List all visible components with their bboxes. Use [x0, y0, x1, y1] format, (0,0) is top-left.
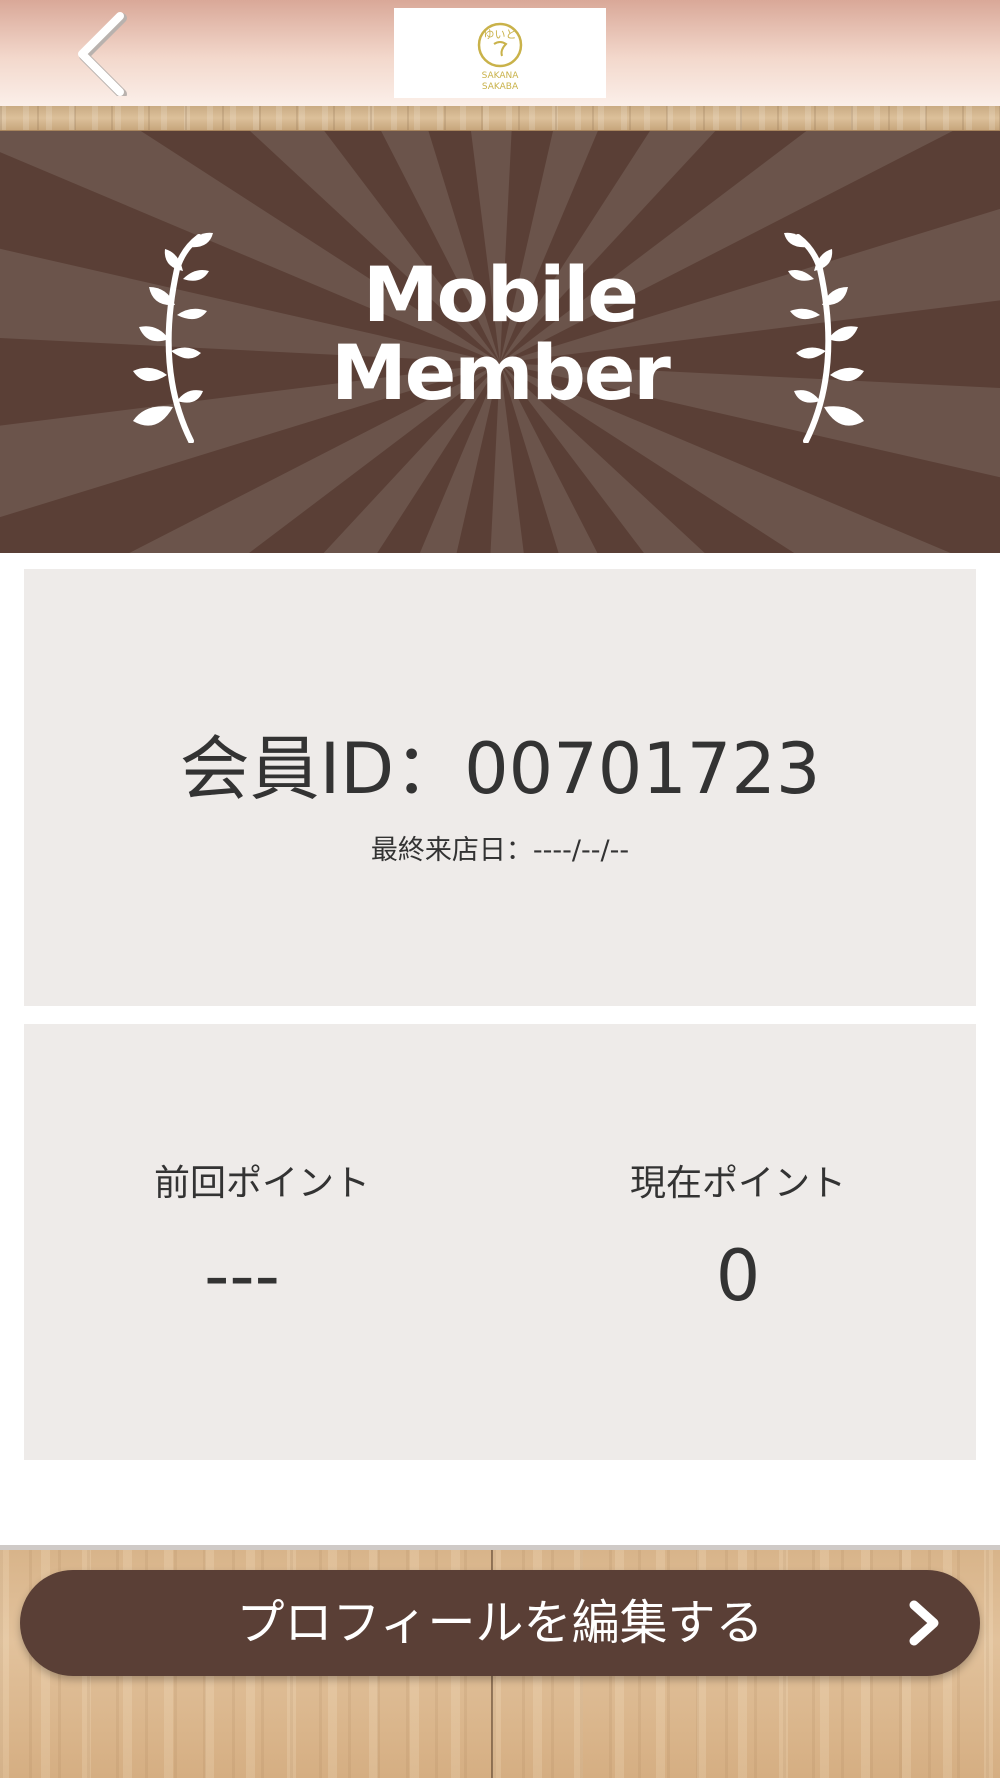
banner-title-line1: Mobile: [363, 250, 639, 339]
banner-title-line2: Member: [331, 328, 671, 417]
previous-points: 前回ポイント ---: [24, 1162, 500, 1316]
logo-line1: SAKANA: [482, 71, 520, 81]
points-card: 前回ポイント --- 現在ポイント 0: [24, 1024, 976, 1460]
chevron-right-icon: [909, 1600, 939, 1646]
member-id: 会員ID：00701723: [179, 728, 821, 810]
banner-title: Mobile Member: [0, 256, 1000, 412]
last-visit-date: 最終来店日：----/--/--: [370, 835, 630, 866]
edit-profile-button[interactable]: プロフィールを編集する: [20, 1570, 980, 1676]
current-points-value: 0: [715, 1235, 761, 1317]
back-button[interactable]: [62, 8, 142, 96]
wood-strip: [0, 106, 1000, 131]
edit-profile-label: プロフィールを編集する: [236, 1595, 764, 1651]
current-points: 現在ポイント 0: [500, 1162, 976, 1316]
previous-points-value: ---: [204, 1235, 280, 1317]
app-header: ゆいと SAKANA SAKABA: [0, 0, 1000, 106]
logo-line2: SAKABA: [482, 82, 519, 92]
logo-script: ゆいと: [484, 28, 517, 41]
member-banner: Mobile Member: [0, 131, 1000, 553]
current-points-label: 現在ポイント: [629, 1163, 846, 1204]
chevron-left-icon: [78, 12, 127, 96]
shop-logo: ゆいと SAKANA SAKABA: [394, 8, 606, 98]
member-id-card: 会員ID：00701723 最終来店日：----/--/--: [24, 569, 976, 1006]
previous-points-label: 前回ポイント: [153, 1163, 370, 1204]
